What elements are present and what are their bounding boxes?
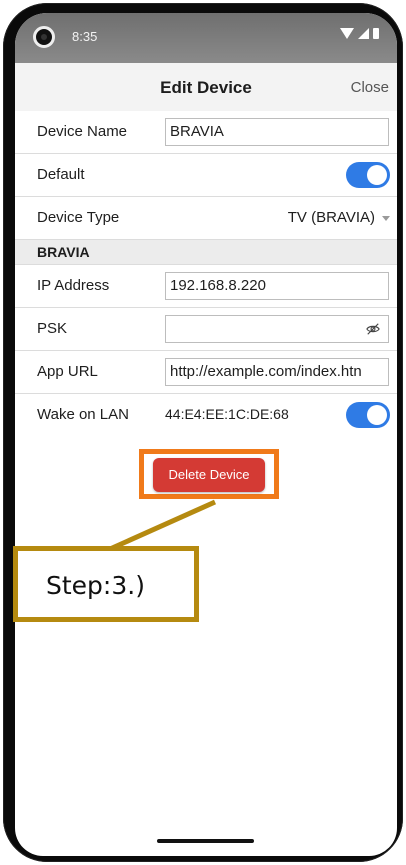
device-name-input[interactable]: BRAVIA	[165, 118, 389, 146]
delete-device-button[interactable]: Delete Device	[153, 458, 265, 492]
default-label: Default	[37, 166, 85, 183]
section-header: BRAVIA	[15, 240, 397, 265]
row-default: Default	[15, 154, 397, 197]
wifi-icon	[340, 28, 354, 39]
ip-address-input[interactable]: 192.168.8.220	[165, 272, 389, 300]
eye-off-icon[interactable]	[366, 322, 380, 336]
home-indicator[interactable]	[157, 839, 254, 843]
app-url-label: App URL	[37, 363, 98, 380]
status-bar: 8:35	[15, 13, 397, 63]
wake-on-lan-toggle[interactable]	[346, 402, 390, 428]
psk-label: PSK	[37, 320, 68, 337]
status-icons	[340, 28, 379, 39]
front-camera-icon	[33, 26, 55, 48]
screen: 8:35 Edit Device Close Device Name BRAVI…	[15, 13, 397, 856]
wake-on-lan-label: Wake on LAN	[37, 406, 129, 423]
row-device-name: Device Name BRAVIA	[15, 111, 397, 154]
page-title: Edit Device	[160, 78, 252, 97]
default-toggle[interactable]	[346, 162, 390, 188]
device-name-label: Device Name	[37, 123, 128, 140]
chevron-down-icon	[382, 216, 390, 221]
row-ip-address: IP Address 192.168.8.220	[15, 265, 397, 308]
row-wake-on-lan: Wake on LAN 44:E4:EE:1C:DE:68	[15, 394, 397, 436]
device-type-label: Device Type	[37, 209, 120, 226]
close-button[interactable]: Close	[351, 79, 389, 96]
step-callout: Step:3.)	[13, 546, 199, 622]
section-title: BRAVIA	[37, 244, 90, 260]
phone-frame: 8:35 Edit Device Close Device Name BRAVI…	[0, 0, 406, 865]
battery-icon	[373, 28, 379, 39]
row-psk: PSK	[15, 308, 397, 351]
device-type-select[interactable]: TV (BRAVIA)	[288, 209, 375, 226]
ip-address-label: IP Address	[37, 277, 110, 294]
signal-icon	[358, 28, 369, 39]
row-app-url: App URL http://example.com/index.htn	[15, 351, 397, 394]
status-time: 8:35	[72, 29, 98, 44]
psk-input[interactable]	[165, 315, 389, 343]
nav-header: Edit Device Close	[15, 63, 397, 112]
row-device-type[interactable]: Device Type TV (BRAVIA)	[15, 197, 397, 240]
mac-address: 44:E4:EE:1C:DE:68	[165, 406, 289, 422]
delete-highlight-box: Delete Device	[139, 449, 279, 499]
step-callout-text: Step:3.)	[46, 571, 145, 600]
app-url-input[interactable]: http://example.com/index.htn	[165, 358, 389, 386]
